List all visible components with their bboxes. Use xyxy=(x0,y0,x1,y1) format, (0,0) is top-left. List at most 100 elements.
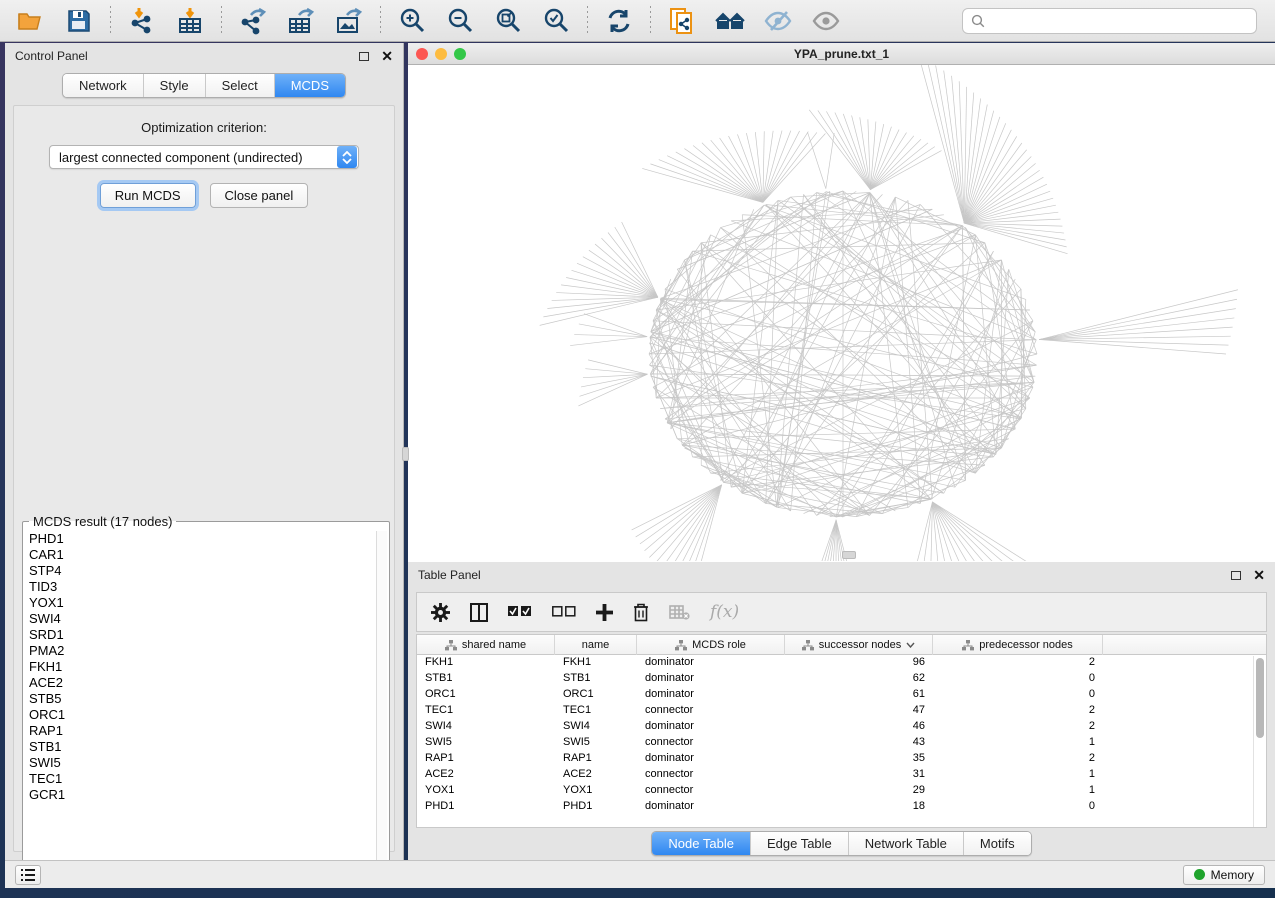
table-row[interactable]: SWI5SWI5connector431 xyxy=(417,735,1266,751)
zoom-out-icon xyxy=(446,7,474,35)
export-table-button[interactable] xyxy=(280,4,322,38)
deselect-all-checkboxes-icon[interactable] xyxy=(552,606,576,618)
tab-network-table[interactable]: Network Table xyxy=(849,832,964,855)
table-row[interactable]: TEC1TEC1connector472 xyxy=(417,703,1266,719)
column-header-mcds-role[interactable]: MCDS role xyxy=(637,635,785,655)
function-builder-icon-disabled: f(x) xyxy=(710,602,739,622)
mcds-result-item[interactable]: FKH1 xyxy=(29,659,375,675)
add-column-icon[interactable] xyxy=(596,604,613,621)
panel-splitter-handle[interactable] xyxy=(402,447,409,461)
mcds-result-item[interactable]: PHD1 xyxy=(29,531,375,547)
import-network-button[interactable] xyxy=(121,4,163,38)
show-all-button[interactable] xyxy=(805,4,847,38)
mcds-result-item[interactable]: YOX1 xyxy=(29,595,375,611)
first-neighbors-button[interactable] xyxy=(709,4,751,38)
delete-column-icon[interactable] xyxy=(633,603,649,622)
table-cell: dominator xyxy=(637,799,785,815)
save-session-button[interactable] xyxy=(58,4,100,38)
table-row[interactable]: FKH1FKH1dominator962 xyxy=(417,655,1266,671)
tab-edge-table[interactable]: Edge Table xyxy=(751,832,849,855)
export-image-button[interactable] xyxy=(328,4,370,38)
mcds-result-item[interactable]: STP4 xyxy=(29,563,375,579)
table-row[interactable]: STB1STB1dominator620 xyxy=(417,671,1266,687)
table-row[interactable]: YOX1YOX1connector291 xyxy=(417,783,1266,799)
zoom-in-icon xyxy=(398,7,426,35)
tab-select[interactable]: Select xyxy=(206,74,275,97)
float-table-panel-icon[interactable] xyxy=(1231,571,1241,580)
close-table-panel-icon[interactable]: ✕ xyxy=(1253,568,1265,582)
table-cell: ACE2 xyxy=(417,767,555,783)
mcds-result-item[interactable]: SWI5 xyxy=(29,755,375,771)
mcds-result-item[interactable]: ORC1 xyxy=(29,707,375,723)
column-header-shared-name[interactable]: shared name xyxy=(417,635,555,655)
tab-motifs[interactable]: Motifs xyxy=(964,832,1031,855)
tab-style[interactable]: Style xyxy=(144,74,206,97)
network-canvas[interactable] xyxy=(408,65,1275,561)
export-table-icon xyxy=(287,7,315,35)
table-cell: 47 xyxy=(785,703,933,719)
select-all-checkboxes-icon[interactable] xyxy=(508,606,532,618)
mcds-result-item[interactable]: STB1 xyxy=(29,739,375,755)
mcds-result-item[interactable]: ACE2 xyxy=(29,675,375,691)
close-panel-icon[interactable]: ✕ xyxy=(381,49,393,63)
table-row[interactable]: RAP1RAP1dominator352 xyxy=(417,751,1266,767)
table-cell: dominator xyxy=(637,751,785,767)
network-splitter-handle[interactable] xyxy=(842,551,856,559)
column-header-predecessor-nodes[interactable]: predecessor nodes xyxy=(933,635,1103,655)
table-scrollbar[interactable] xyxy=(1253,656,1266,827)
search-field[interactable] xyxy=(962,8,1257,34)
table-cell: SWI5 xyxy=(555,735,637,751)
task-history-button[interactable] xyxy=(15,865,41,885)
mcds-result-item[interactable]: SRD1 xyxy=(29,627,375,643)
mcds-result-item[interactable]: PMA2 xyxy=(29,643,375,659)
show-columns-icon[interactable] xyxy=(470,603,488,622)
zoom-fit-button[interactable] xyxy=(487,4,529,38)
column-header-successor-nodes[interactable]: successor nodes xyxy=(785,635,933,655)
mcds-result-list[interactable]: PHD1CAR1STP4TID3YOX1SWI4SRD1PMA2FKH1ACE2… xyxy=(29,531,375,881)
toolbar-separator xyxy=(650,6,651,36)
import-table-button[interactable] xyxy=(169,4,211,38)
zoom-out-button[interactable] xyxy=(439,4,481,38)
run-mcds-button[interactable]: Run MCDS xyxy=(100,183,196,208)
table-scrollbar-thumb[interactable] xyxy=(1256,658,1264,738)
control-panel: Control Panel ✕ Network Style Select MCD… xyxy=(5,43,404,860)
mcds-result-scrollbar[interactable] xyxy=(376,531,387,881)
clone-network-icon xyxy=(669,7,695,35)
float-panel-icon[interactable] xyxy=(359,52,369,61)
mcds-result-item[interactable]: STB5 xyxy=(29,691,375,707)
open-file-button[interactable] xyxy=(10,4,52,38)
table-row[interactable]: PHD1PHD1dominator180 xyxy=(417,799,1266,815)
export-network-button[interactable] xyxy=(232,4,274,38)
table-cell: 2 xyxy=(933,751,1103,767)
tab-node-table[interactable]: Node Table xyxy=(652,832,751,855)
close-panel-button[interactable]: Close panel xyxy=(210,183,309,208)
table-cell: connector xyxy=(637,735,785,751)
status-bar: Memory xyxy=(5,860,1275,888)
table-options-gear-icon[interactable] xyxy=(431,603,450,622)
refresh-layout-button[interactable] xyxy=(598,4,640,38)
mcds-result-item[interactable]: TID3 xyxy=(29,579,375,595)
mcds-result-item[interactable]: RAP1 xyxy=(29,723,375,739)
zoom-in-button[interactable] xyxy=(391,4,433,38)
network-titlebar: YPA_prune.txt_1 xyxy=(408,43,1275,65)
optimization-criterion-label: Optimization criterion: xyxy=(22,120,386,135)
network-view-window: YPA_prune.txt_1 xyxy=(408,43,1275,562)
optimization-criterion-select[interactable]: largest connected component (undirected) xyxy=(49,145,359,169)
mcds-result-item[interactable]: CAR1 xyxy=(29,547,375,563)
search-input[interactable] xyxy=(991,14,1248,28)
zoom-selected-button[interactable] xyxy=(535,4,577,38)
clone-network-button[interactable] xyxy=(661,4,703,38)
hide-selected-button[interactable] xyxy=(757,4,799,38)
table-row[interactable]: SWI4SWI4dominator462 xyxy=(417,719,1266,735)
memory-button[interactable]: Memory xyxy=(1183,865,1265,885)
mcds-result-item[interactable]: SWI4 xyxy=(29,611,375,627)
application-window: Control Panel ✕ Network Style Select MCD… xyxy=(0,0,1275,898)
mcds-result-item[interactable]: TEC1 xyxy=(29,771,375,787)
table-row[interactable]: ORC1ORC1dominator610 xyxy=(417,687,1266,703)
open-folder-icon xyxy=(17,9,45,33)
tab-network[interactable]: Network xyxy=(63,74,144,97)
table-row[interactable]: ACE2ACE2connector311 xyxy=(417,767,1266,783)
mcds-result-item[interactable]: GCR1 xyxy=(29,787,375,803)
tab-mcds[interactable]: MCDS xyxy=(275,74,345,97)
column-header-name[interactable]: name xyxy=(555,635,637,655)
